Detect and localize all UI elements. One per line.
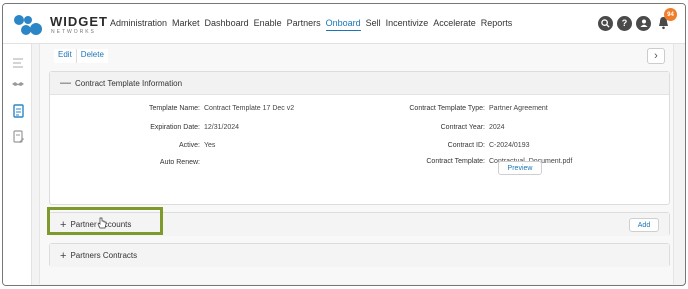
field-active: Active: Yes bbox=[50, 142, 215, 149]
field-expiration-date: Expiration Date: 12/31/2024 bbox=[50, 124, 239, 131]
partner-accounts-header[interactable]: + Partner Accounts bbox=[50, 213, 669, 236]
notification-count-badge: 94 bbox=[664, 8, 677, 21]
field-value: Contract Template 17 Dec v2 bbox=[204, 105, 295, 112]
field-label: Expiration Date: bbox=[150, 124, 200, 131]
app-window: WIDGET NETWORKS Administration Market Da… bbox=[2, 3, 686, 286]
help-icon[interactable]: ? bbox=[617, 15, 632, 31]
add-button[interactable]: Add bbox=[629, 218, 659, 232]
left-sidebar bbox=[3, 44, 32, 285]
field-contract-template-type: Contract Template Type: Partner Agreemen… bbox=[350, 105, 548, 112]
field-auto-renew: Auto Renew: bbox=[50, 159, 204, 166]
brand-name: WIDGET bbox=[50, 14, 108, 29]
field-value: 2024 bbox=[489, 124, 505, 131]
widget-logo[interactable] bbox=[13, 13, 43, 37]
menu-lines-icon[interactable] bbox=[11, 56, 25, 70]
contract-template-header[interactable]: — Contract Template Information bbox=[50, 72, 669, 95]
nav-dashboard[interactable]: Dashboard bbox=[205, 18, 249, 31]
document-icon[interactable] bbox=[11, 104, 25, 118]
field-label: Contract ID: bbox=[447, 142, 485, 149]
hand-cursor-icon bbox=[97, 217, 107, 229]
main-nav: Administration Market Dashboard Enable P… bbox=[110, 18, 517, 31]
field-label: Active: bbox=[178, 142, 200, 149]
nav-sell[interactable]: Sell bbox=[366, 18, 381, 31]
partner-contracts-title: Partners Contracts bbox=[70, 251, 138, 260]
preview-button[interactable]: Preview bbox=[498, 161, 542, 175]
nav-reports[interactable]: Reports bbox=[481, 18, 513, 31]
chevron-right-icon[interactable]: › bbox=[647, 48, 665, 64]
field-template-name: Template Name: Contract Template 17 Dec … bbox=[50, 105, 294, 112]
nav-incentivize[interactable]: Incentivize bbox=[386, 18, 429, 31]
partner-contracts-header[interactable]: + Partners Contracts bbox=[50, 244, 669, 267]
field-label: Template Name: bbox=[149, 105, 200, 112]
field-label: Contract Year: bbox=[440, 124, 485, 131]
collapse-minus-icon: — bbox=[60, 77, 71, 89]
field-label: Auto Renew: bbox=[159, 159, 200, 166]
header-icons: ? 94 bbox=[598, 8, 677, 31]
field-label: Contract Template: bbox=[426, 158, 485, 165]
nav-enable[interactable]: Enable bbox=[254, 18, 282, 31]
expand-plus-icon: + bbox=[60, 218, 67, 231]
expand-plus-icon: + bbox=[60, 249, 67, 262]
field-value: Yes bbox=[204, 142, 216, 149]
nav-partners[interactable]: Partners bbox=[287, 18, 321, 31]
edit-button[interactable]: Edit bbox=[54, 49, 77, 63]
brand-subtitle: NETWORKS bbox=[51, 29, 96, 35]
nav-onboard[interactable]: Onboard bbox=[325, 18, 361, 31]
notification-bell-icon[interactable]: 94 bbox=[655, 8, 677, 31]
handshake-icon[interactable] bbox=[11, 77, 25, 91]
partner-accounts-section: + Partner Accounts Add bbox=[49, 212, 670, 236]
field-value: Partner Agreement bbox=[489, 105, 548, 112]
record-actions: Edit Delete bbox=[54, 49, 108, 63]
nav-administration[interactable]: Administration bbox=[110, 18, 167, 31]
field-contract-year: Contract Year: 2024 bbox=[350, 124, 505, 131]
main-content: Edit Delete › — Contract Template Inform… bbox=[39, 44, 674, 284]
field-label: Contract Template Type: bbox=[409, 105, 485, 112]
document-edit-icon[interactable] bbox=[11, 130, 25, 144]
search-icon[interactable] bbox=[598, 15, 613, 31]
nav-market[interactable]: Market bbox=[172, 18, 200, 31]
field-value: 12/31/2024 bbox=[204, 124, 240, 131]
contract-template-section: — Contract Template Information Template… bbox=[49, 71, 670, 205]
field-contract-id: Contract ID: C-2024/0193 bbox=[350, 142, 530, 149]
nav-accelerate[interactable]: Accelerate bbox=[433, 18, 476, 31]
partner-contracts-section: + Partners Contracts bbox=[49, 243, 670, 267]
top-navigation-bar: WIDGET NETWORKS Administration Market Da… bbox=[3, 4, 685, 44]
field-value: C-2024/0193 bbox=[489, 142, 530, 149]
contract-template-title: Contract Template Information bbox=[75, 78, 183, 88]
user-avatar-icon[interactable] bbox=[636, 15, 651, 31]
delete-button[interactable]: Delete bbox=[76, 49, 108, 63]
